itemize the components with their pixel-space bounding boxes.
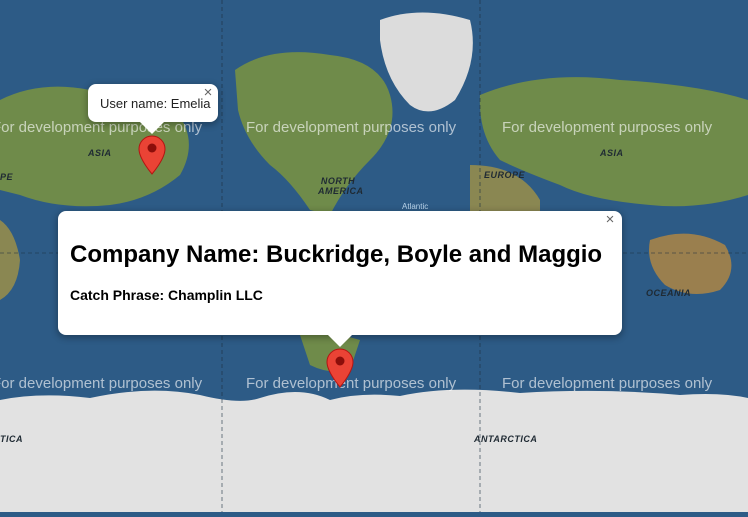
infowindow-user: User name: Emelia × <box>88 84 218 134</box>
map-pin-icon <box>138 135 166 175</box>
infowindow-company: Company Name: Buckridge, Boyle and Maggi… <box>58 211 622 347</box>
dev-watermark: For development purposes only <box>246 119 457 136</box>
continent-label-antarctica: ANTARCTICA <box>474 434 538 444</box>
infowindow-user-name: User name: Emelia <box>100 96 211 111</box>
continent-label-europe: EUROPE <box>484 170 526 180</box>
close-icon[interactable]: × <box>602 212 618 228</box>
continent-label-asia-right: ASIA <box>600 148 624 158</box>
dev-watermark: For development purposes only <box>502 375 713 392</box>
continent-label-partial-antarctica: TICA <box>0 434 23 444</box>
map-pin-icon <box>326 348 354 388</box>
infowindow-catch-phrase: Catch Phrase: Champlin LLC <box>70 287 263 303</box>
continent-label-north-america: NORTH AMERICA <box>318 176 364 196</box>
marker-south[interactable] <box>326 348 354 388</box>
continent-label-oceania: OCEANIA <box>646 288 692 298</box>
dev-watermark: For development purposes only <box>502 119 713 136</box>
continent-label-partial-left: PE <box>0 172 14 182</box>
ocean-label-atlantic: Atlantic <box>402 202 429 211</box>
infowindow-company-title: Company Name: Buckridge, Boyle and Maggi… <box>70 241 603 268</box>
marker-asia[interactable] <box>138 135 166 175</box>
dev-watermark: For development purposes only <box>0 375 203 392</box>
close-icon[interactable]: × <box>200 85 216 101</box>
continent-label-asia: ASIA <box>88 148 112 158</box>
